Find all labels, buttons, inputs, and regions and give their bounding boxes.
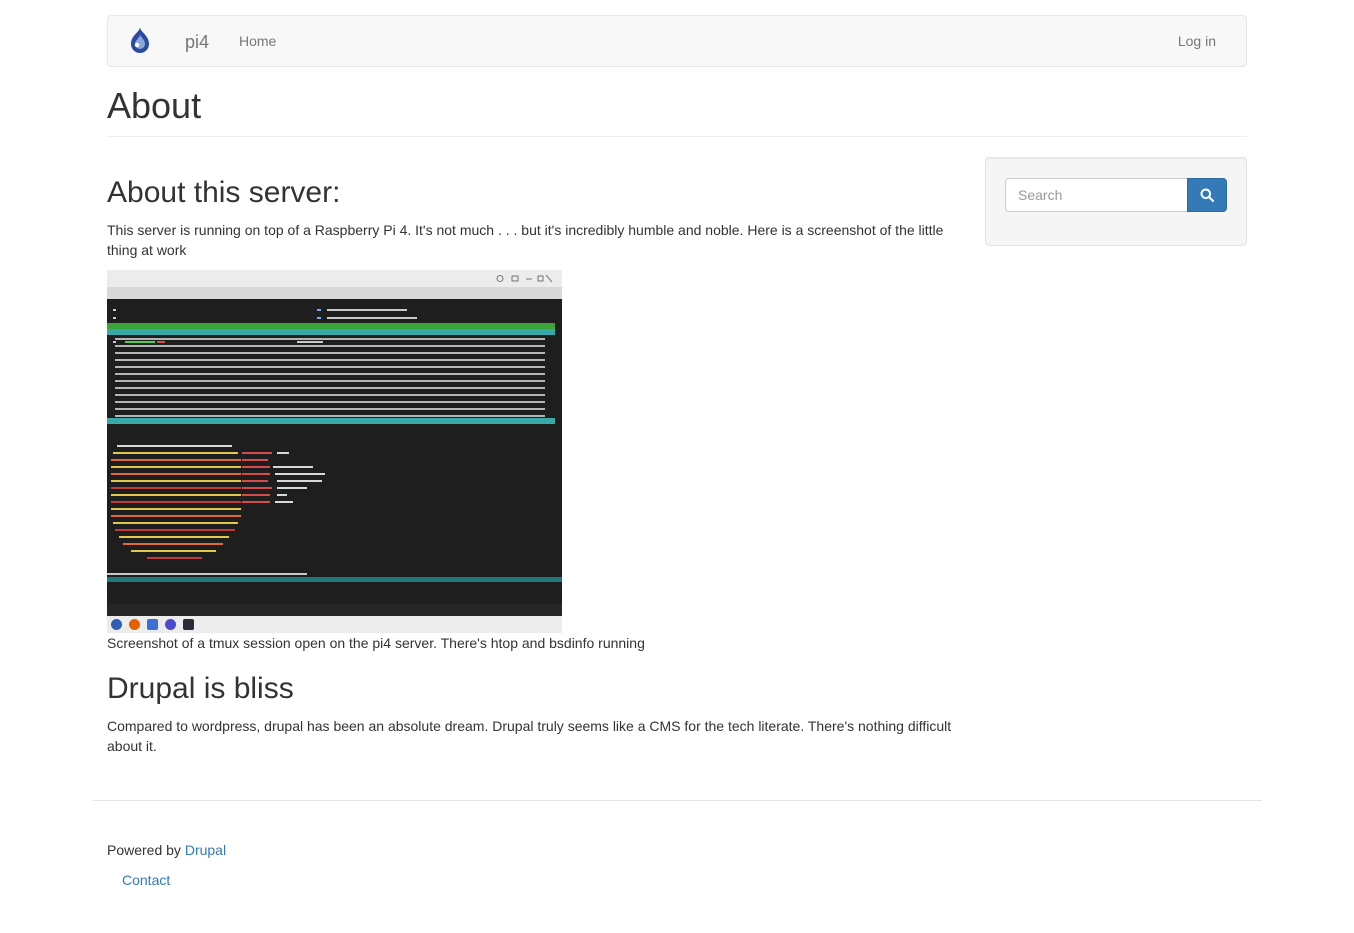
footer: Powered by Drupal Contact [92, 800, 1262, 933]
drupal-logo-icon[interactable] [125, 26, 155, 56]
drupal-link[interactable]: Drupal [185, 842, 226, 858]
navbar: pi4 Home Log in [107, 15, 1247, 67]
terminal-titlebar [107, 270, 562, 287]
window-controls-icon [496, 274, 553, 283]
search-icon [1200, 188, 1214, 202]
section-heading-drupal: Drupal is bliss [107, 672, 294, 705]
server-screenshot-image [107, 270, 562, 633]
browser-icon [165, 619, 176, 630]
about-server-paragraph: This server is running on top of a Raspb… [107, 222, 944, 258]
start-menu-icon [111, 619, 122, 630]
search-input[interactable] [1005, 178, 1188, 212]
search-button[interactable] [1187, 178, 1227, 212]
terminal-tabs [107, 287, 562, 299]
section-heading-about-server: About this server: [107, 176, 341, 209]
terminal-icon [183, 619, 194, 630]
site-name[interactable]: pi4 [185, 32, 209, 53]
terminal-output-graphic [107, 309, 562, 582]
image-caption: Screenshot of a tmux session open on the… [107, 635, 645, 651]
search-block [985, 157, 1247, 246]
page-title: About [107, 85, 202, 126]
terminal-taskbar [107, 616, 562, 633]
footer-link-contact[interactable]: Contact [122, 870, 170, 890]
files-icon [147, 619, 158, 630]
firefox-icon [129, 619, 140, 630]
page-header: About [107, 84, 1247, 137]
drupal-paragraph: Compared to wordpress, drupal has been a… [107, 718, 952, 754]
powered-by: Powered by Drupal [107, 840, 226, 860]
nav-link-home[interactable]: Home [239, 33, 276, 49]
terminal-body [107, 299, 562, 604]
powered-by-label: Powered by [107, 842, 181, 858]
nav-link-login[interactable]: Log in [1178, 33, 1216, 49]
